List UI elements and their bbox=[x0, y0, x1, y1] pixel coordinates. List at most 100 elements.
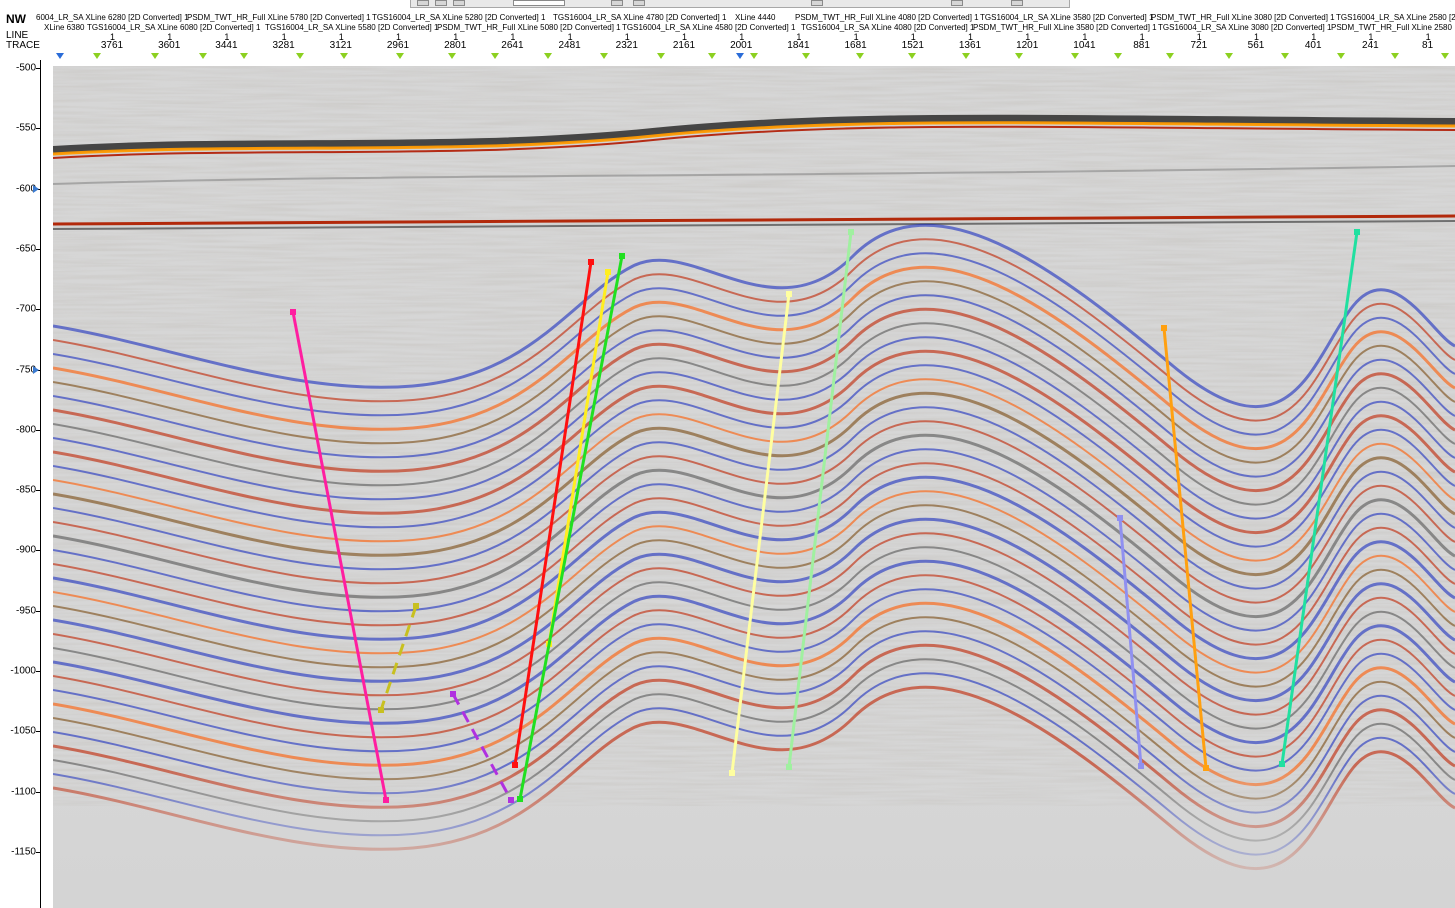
xline-marker-icon bbox=[1071, 53, 1079, 59]
time-tick-label: -850 bbox=[15, 484, 36, 496]
color-icon[interactable] bbox=[633, 0, 645, 6]
time-tick-label: -500 bbox=[15, 62, 36, 74]
fault-node-icon[interactable] bbox=[619, 253, 625, 259]
xline-label: PSDM_TWT_HR_Full XLine 4080 [2D Converte… bbox=[795, 13, 979, 22]
time-tick-label: -800 bbox=[15, 424, 36, 436]
xline-marker-icon bbox=[1391, 53, 1399, 59]
xline-marker-icon bbox=[1114, 53, 1122, 59]
xline-label: XLine 6380 bbox=[44, 23, 85, 32]
pick-icon[interactable] bbox=[453, 0, 465, 6]
fault-node-icon[interactable] bbox=[786, 291, 792, 297]
fault-node-icon[interactable] bbox=[290, 309, 296, 315]
trace-label: TRACE bbox=[6, 40, 40, 51]
fault-node-icon[interactable] bbox=[1138, 763, 1144, 769]
time-tick-label: -650 bbox=[15, 243, 36, 255]
xline-marker-icon bbox=[1166, 53, 1174, 59]
trace-label: 241 bbox=[1362, 40, 1379, 51]
fault-node-icon[interactable] bbox=[378, 707, 384, 713]
fault-node-icon[interactable] bbox=[588, 259, 594, 265]
section-header: NW LINE TRACE 6004_LR_SA XLine 6280 [2D … bbox=[0, 8, 1455, 60]
time-tick-label: -1100 bbox=[11, 786, 36, 798]
fault-node-icon[interactable] bbox=[1203, 765, 1209, 771]
xline-label: PSDM_TWT_HR_Full XLine 5780 [2D Converte… bbox=[187, 13, 371, 22]
trace-label: 2961 bbox=[386, 40, 410, 51]
xline-marker-icon bbox=[296, 53, 304, 59]
xline-marker-icon bbox=[856, 53, 864, 59]
xline-label: TGS16004_LR_SA XLine 4080 [2D Converted]… bbox=[801, 23, 975, 32]
xline-label: PSDM_TWT_HR_Full XLine 5080 [2D Converte… bbox=[437, 23, 621, 32]
xline-marker-icon bbox=[600, 53, 608, 59]
fault-node-icon[interactable] bbox=[508, 797, 514, 803]
direction-label: NW bbox=[6, 12, 26, 26]
xline-marker-icon bbox=[448, 53, 456, 59]
fault-node-icon[interactable] bbox=[512, 762, 518, 768]
trace-label: 561 bbox=[1247, 40, 1265, 51]
seismic-section[interactable] bbox=[53, 66, 1455, 908]
xline-marker-icon bbox=[736, 53, 744, 59]
trace-label: 1521 bbox=[901, 40, 924, 51]
trace-label: 1361 bbox=[958, 40, 982, 51]
xline-marker-icon bbox=[657, 53, 665, 59]
trace-label: 1201 bbox=[1016, 40, 1039, 51]
fault-node-icon[interactable] bbox=[1279, 761, 1285, 767]
xline-marker-icon bbox=[1225, 53, 1233, 59]
xline-marker-icon bbox=[908, 53, 916, 59]
trace-label: 401 bbox=[1304, 40, 1322, 51]
time-tick-label: -700 bbox=[15, 303, 36, 315]
fault-node-icon[interactable] bbox=[1161, 325, 1167, 331]
xline-label: TGS16004_LR_SA XLine 4580 [2D Converted]… bbox=[622, 23, 796, 32]
xline-marker-icon bbox=[1337, 53, 1345, 59]
fault-node-icon[interactable] bbox=[605, 269, 611, 275]
time-tick-label: -1050 bbox=[10, 725, 36, 737]
trace-label: 1681 bbox=[844, 40, 867, 51]
fault-node-icon[interactable] bbox=[786, 764, 792, 770]
trace-label: 2321 bbox=[615, 40, 638, 51]
xline-label: TGS16004_LR_SA XLine 3580 [2D Converted]… bbox=[980, 13, 1154, 22]
xline-marker-icon bbox=[962, 53, 970, 59]
trace-label: 1041 bbox=[1073, 40, 1096, 51]
xline-marker-icon bbox=[340, 53, 348, 59]
fault-node-icon[interactable] bbox=[517, 796, 523, 802]
fault-node-icon[interactable] bbox=[383, 797, 389, 803]
xline-label: TGS16004_LR_SA XLine 6080 [2D Converted]… bbox=[87, 23, 261, 32]
trace-label: 2481 bbox=[558, 40, 581, 51]
axis-pointer-icon bbox=[33, 185, 39, 193]
xline-label: TGS16004_LR_SA XLine 5580 [2D Converted]… bbox=[265, 23, 439, 32]
xline-label: TGS16004_LR_SA XLine 5280 [2D Converted]… bbox=[372, 13, 546, 22]
xline-marker-icon bbox=[240, 53, 248, 59]
arrow-icon[interactable] bbox=[811, 0, 823, 6]
xline-label: PSDM_TWT_HR_Full XLine 3080 [2D Converte… bbox=[1151, 13, 1335, 22]
grid-icon[interactable] bbox=[951, 0, 963, 6]
fault-node-icon[interactable] bbox=[413, 603, 419, 609]
trace-label: 1841 bbox=[787, 40, 810, 51]
xline-marker-icon bbox=[1015, 53, 1023, 59]
select-icon[interactable] bbox=[435, 0, 447, 6]
xline-marker-icon bbox=[199, 53, 207, 59]
xline-marker-icon bbox=[151, 53, 159, 59]
xline-label: PSDM_TWT_HR_Full XLine 2580 bbox=[1331, 23, 1452, 32]
xline-marker-icon bbox=[750, 53, 758, 59]
fault-node-icon[interactable] bbox=[1117, 515, 1123, 521]
close-icon[interactable] bbox=[1011, 0, 1023, 6]
fault-node-icon[interactable] bbox=[1354, 229, 1360, 235]
trace-label: 81 bbox=[1422, 40, 1434, 51]
fault-node-icon[interactable] bbox=[729, 770, 735, 776]
toolbar-input[interactable] bbox=[513, 0, 565, 6]
color-icon[interactable] bbox=[611, 0, 623, 6]
time-tick-label: -950 bbox=[15, 605, 36, 617]
toolbar bbox=[410, 0, 1070, 8]
trace-label: 2001 bbox=[730, 40, 753, 51]
trace-label: 2161 bbox=[672, 40, 696, 51]
fault-node-icon[interactable] bbox=[450, 691, 456, 697]
xline-label: TGS16004_LR_SA XLine 3080 [2D Converted]… bbox=[1158, 23, 1332, 32]
xline-marker-icon bbox=[56, 53, 64, 59]
basement-fade bbox=[53, 766, 1455, 908]
xline-label: 6004_LR_SA XLine 6280 [2D Converted] 1 bbox=[36, 13, 189, 22]
fault-node-icon[interactable] bbox=[848, 229, 854, 235]
xline-marker-icon bbox=[708, 53, 716, 59]
xline-marker-icon bbox=[93, 53, 101, 59]
xline-label: PSDM_TWT_HR_Full XLine 3580 [2D Converte… bbox=[973, 23, 1157, 32]
xline-label: TGS16004_LR_SA XLine 4780 [2D Converted]… bbox=[553, 13, 727, 22]
zoom-icon[interactable] bbox=[417, 0, 429, 6]
trace-label: 721 bbox=[1190, 40, 1208, 51]
